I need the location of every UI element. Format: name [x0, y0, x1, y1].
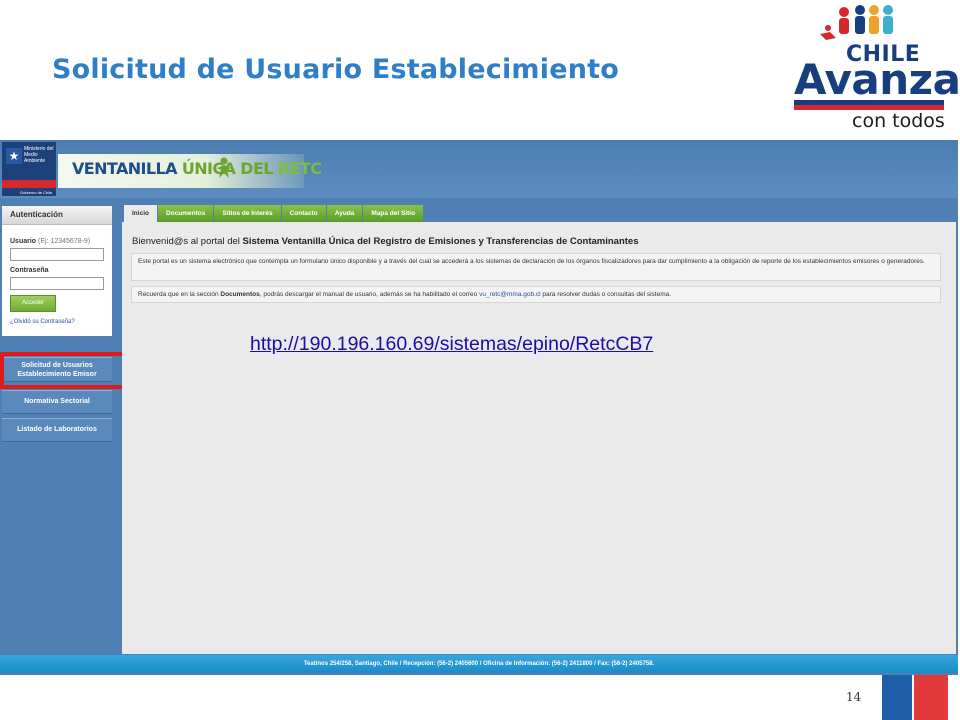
tab-mapa[interactable]: Mapa del Sitio	[363, 205, 424, 222]
contact-email-link[interactable]: vu_retc@mma.gob.cl	[479, 291, 541, 298]
sidebar-item-normativa[interactable]: Normativa Sectorial	[2, 390, 112, 414]
password-input[interactable]	[10, 277, 104, 290]
ventanilla-title: VENTANILLA ÚNICA DEL RETC	[72, 159, 322, 178]
logo-avanza-text: Avanza	[794, 55, 960, 104]
ministry-name: Ministerio del Medio Ambiente	[24, 146, 54, 164]
logo-tagline: con todos	[852, 110, 945, 132]
ministry-logo: ★ Ministerio del Medio Ambiente Gobierno…	[2, 142, 56, 196]
welcome-heading: Bienvenid@s al portal del Sistema Ventan…	[132, 236, 639, 247]
portal-screenshot: ★ Ministerio del Medio Ambiente Gobierno…	[0, 140, 958, 675]
portal-tabs: Inicio Documentos Sitios de Interés Cont…	[124, 205, 424, 222]
ministry-red-stripe	[2, 180, 56, 188]
ventanilla-unica-banner: VENTANILLA ÚNICA DEL RETC	[58, 154, 322, 188]
slide-title: Solicitud de Usuario Establecimiento	[52, 54, 619, 85]
slide-number: 14	[846, 690, 862, 704]
login-button[interactable]: Acceder	[10, 295, 56, 312]
sidebar-item-laboratorios[interactable]: Listado de Laboratorios	[2, 418, 112, 442]
portal-footer: Teatinos 254/258, Santiago, Chile / Rece…	[0, 655, 958, 673]
welcome-system-name: Sistema Ventanilla Única del Registro de…	[242, 236, 639, 247]
flag-red-block	[914, 675, 948, 720]
user-label-text: Usuario	[10, 238, 37, 245]
password-label: Contraseña	[10, 267, 49, 274]
banner-text-1: VENTANILLA	[72, 159, 182, 178]
info-box-documents: Recuerda que en la sección Documentos, p…	[131, 286, 941, 303]
login-header-text: Autenticación	[10, 210, 63, 219]
forgot-password-link[interactable]: ¿Olvidó su Contraseña?	[10, 319, 75, 325]
welcome-prefix: Bienvenid@s al portal del	[132, 236, 243, 247]
info2-prefix: Recuerda que en la sección	[138, 291, 221, 298]
tab-sitios[interactable]: Sitios de Interés	[214, 205, 281, 222]
login-panel: Autenticación Usuario (Ej: 12345678-9) C…	[2, 206, 112, 336]
leaf-figure-icon	[217, 157, 231, 178]
user-label: Usuario (Ej: 12345678-9)	[10, 238, 90, 245]
user-input[interactable]	[10, 248, 104, 261]
info2-suffix: para resolver dudas o consultas del sist…	[540, 291, 672, 298]
tab-ayuda[interactable]: Ayuda	[326, 205, 363, 222]
gobierno-text: Gobierno de Chile	[20, 190, 53, 195]
info2-documentos: Documentos	[220, 291, 260, 298]
tab-inicio[interactable]: Inicio	[124, 205, 157, 222]
portal-url-link[interactable]: http://190.196.160.69/sistemas/epino/Ret…	[250, 333, 653, 356]
chile-avanza-logo: CHILE Avanza con todos	[792, 4, 960, 136]
info-box-intro: Este portal es un sistema electrónico qu…	[131, 253, 941, 281]
banner-text-3: RETC	[272, 159, 322, 178]
tab-documentos[interactable]: Documentos	[157, 205, 214, 222]
star-icon: ★	[6, 148, 22, 164]
info2-mid: , podrás descargar el manual de usuario,…	[259, 291, 480, 298]
login-header: Autenticación	[2, 206, 112, 225]
tab-contacto[interactable]: Contacto	[281, 205, 326, 222]
user-hint: (Ej: 12345678-9)	[38, 238, 91, 245]
flag-blue-block	[882, 675, 912, 720]
